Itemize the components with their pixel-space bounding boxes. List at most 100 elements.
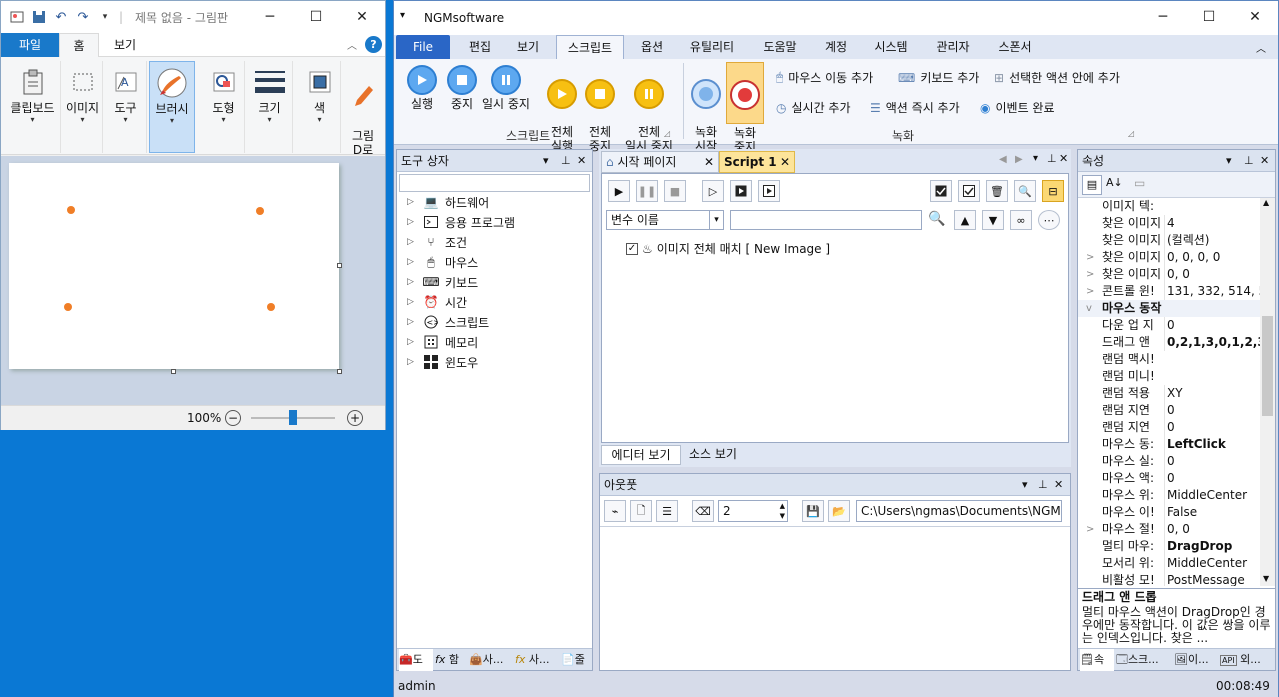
run-icon[interactable]: ▶ (608, 180, 630, 202)
pin-icon[interactable]: ⊥ (561, 150, 571, 172)
toolbox-search-input[interactable] (399, 174, 590, 192)
tab-lines[interactable]: 📄줄 (561, 649, 591, 671)
tab-user-1[interactable]: 👜사... (469, 649, 511, 671)
step-over-icon[interactable] (758, 180, 780, 202)
menu-sponsor[interactable]: 스폰서 (990, 35, 1040, 59)
expand-icon[interactable]: > (1086, 266, 1094, 283)
maximize-icon[interactable]: ☐ (293, 1, 339, 33)
record-start-button[interactable]: 녹화 시작 (686, 65, 726, 153)
check-icon[interactable] (958, 180, 980, 202)
folder-icon[interactable]: 📂 (828, 500, 850, 522)
node-checkbox[interactable]: ✓ (626, 242, 638, 255)
property-row[interactable]: 마우스 액: 0 (1078, 470, 1260, 487)
close-icon[interactable]: ✕ (704, 152, 714, 172)
categorized-icon[interactable]: ▤ (1082, 175, 1102, 195)
close-icon[interactable]: ✕ (339, 1, 385, 33)
close-icon[interactable]: ✕ (780, 152, 790, 172)
resize-handle[interactable] (337, 263, 342, 268)
property-row[interactable]: > 찾은 이미지 0, 0, 0, 0 (1078, 249, 1260, 266)
dropdown-icon[interactable]: ▾ (1033, 153, 1038, 164)
property-value[interactable]: 0 (1164, 402, 1260, 419)
collapse-ribbon-icon[interactable]: ︿ (1256, 40, 1266, 55)
expand-icon[interactable]: > (1086, 521, 1094, 538)
add-realtime-button[interactable]: ◷ 실시간 추가 (776, 99, 851, 116)
colors-button[interactable]: 색 ▾ (299, 61, 341, 153)
property-row[interactable]: 랜덤 지연 0 (1078, 402, 1260, 419)
move-down-icon[interactable]: ▼ (982, 210, 1004, 230)
close-icon[interactable]: ✕ (1232, 1, 1278, 33)
property-value[interactable]: 0,2,1,3,0,1,2,3, (1164, 334, 1260, 351)
tree-item-time[interactable]: ▷ ⏰ 시간 (407, 292, 467, 312)
property-row[interactable]: 랜덤 적용 XY (1078, 385, 1260, 402)
property-value[interactable]: 4 (1164, 215, 1260, 232)
eraser-icon[interactable]: ⌫ (692, 500, 714, 522)
property-row[interactable]: 찾은 이미지 (컬렉션) (1078, 232, 1260, 249)
close-icon[interactable]: ✕ (577, 150, 586, 172)
tree-view-icon[interactable]: ⊟ (1042, 180, 1064, 202)
tree-item-memory[interactable]: ▷ 메모리 (407, 332, 478, 352)
property-row[interactable]: > 찾은 이미지 0, 0 (1078, 266, 1260, 283)
property-value[interactable]: MiddleCenter (1164, 487, 1260, 504)
system-menu-icon[interactable]: ▾ (400, 10, 405, 21)
property-pages-icon[interactable]: ▭ (1134, 176, 1145, 190)
property-row[interactable]: 비활성 모! PostMessage (1078, 572, 1260, 586)
zoom-in-icon[interactable]: + (347, 410, 363, 426)
property-value[interactable]: 0 (1164, 470, 1260, 487)
pin-icon[interactable]: ⊥ (1038, 474, 1048, 496)
dropdown-icon[interactable]: ▾ (1022, 474, 1028, 496)
minimize-icon[interactable]: ─ (1140, 1, 1186, 33)
tab-file[interactable]: 파일 (1, 33, 59, 57)
delete-icon[interactable]: 🗑 (986, 180, 1008, 202)
menu-edit[interactable]: 편집 (456, 35, 504, 59)
add-immediate-button[interactable]: ☰ 액션 즉시 추가 (870, 99, 960, 116)
tree-item-keyboard[interactable]: ▷ ⌨ 키보드 (407, 272, 478, 292)
tree-item-condition[interactable]: ▷ ⑂ 조건 (407, 232, 467, 252)
event-complete-button[interactable]: ◉ 이벤트 완료 (980, 99, 1055, 116)
property-value[interactable]: 0, 0, 0, 0 (1164, 249, 1260, 266)
move-up-icon[interactable]: ▲ (954, 210, 976, 230)
pin-icon[interactable]: ⊥ (1244, 150, 1254, 172)
redo-icon[interactable]: ↷ (75, 9, 91, 25)
help-icon[interactable]: ? (365, 36, 382, 53)
paint3d-button[interactable]: 그림 D로 (343, 61, 383, 157)
step-into-icon[interactable] (730, 180, 752, 202)
close-icon[interactable]: ✕ (1260, 150, 1269, 172)
add-in-selected-button[interactable]: ⊞ 선택한 액션 안에 추가 (994, 69, 1120, 86)
group-launcher-icon[interactable]: ◿ (1128, 129, 1134, 138)
add-keyboard-button[interactable]: ⌨ 키보드 추가 (898, 69, 979, 86)
menu-view[interactable]: 보기 (506, 35, 550, 59)
undo-icon[interactable]: ↶ (53, 9, 69, 25)
check-all-icon[interactable] (930, 180, 952, 202)
tab-images[interactable]: 🖼이... (1174, 649, 1218, 671)
tab-external[interactable]: API 외... (1220, 649, 1274, 671)
tab-user-2[interactable]: fx 사... (515, 649, 557, 671)
pin-icon[interactable]: ⊥ (1047, 152, 1057, 165)
property-row[interactable]: > 콘트롤 윈! 131, 332, 514, 581 (1078, 283, 1260, 300)
property-value[interactable]: DragDrop (1164, 538, 1260, 555)
minimize-icon[interactable]: ─ (247, 1, 293, 33)
clear-filter-icon[interactable]: ⌁ (604, 500, 626, 522)
qat-customize-icon[interactable]: ▾ (97, 9, 113, 25)
collapse-ribbon-icon[interactable]: ︿ (347, 37, 357, 52)
image-button[interactable]: 이미지 ▾ (63, 61, 103, 153)
property-row[interactable]: v 마우스 동작 (1078, 300, 1260, 317)
property-value[interactable]: False (1164, 504, 1260, 521)
tab-toolbox[interactable]: 🧰도 (399, 649, 433, 671)
property-row[interactable]: > 마우스 절! 0, 0 (1078, 521, 1260, 538)
tree-item-mouse[interactable]: ▷ 🖱 마우스 (407, 252, 478, 272)
loop-icon[interactable]: ∞ (1010, 210, 1032, 230)
expand-icon[interactable]: > (1086, 283, 1094, 300)
menu-system[interactable]: 시스템 (866, 35, 916, 59)
variable-select[interactable]: 변수 이름 ▾ (606, 210, 724, 230)
tools-button[interactable]: A 도구 ▾ (105, 61, 147, 153)
property-row[interactable]: 다운 업 지 0 (1078, 317, 1260, 334)
expand-icon[interactable]: v (1086, 300, 1092, 317)
clipboard-button[interactable]: 클립보드 ▾ (5, 61, 61, 153)
variable-search-input[interactable] (730, 210, 922, 230)
pause-button[interactable]: 일시 중지 (478, 65, 534, 111)
scroll-up-icon[interactable]: ▲ (1263, 198, 1269, 207)
menu-account[interactable]: 계정 (814, 35, 858, 59)
property-row[interactable]: 마우스 위: MiddleCenter (1078, 487, 1260, 504)
search-icon[interactable]: 🔍 (1014, 180, 1036, 202)
property-value[interactable]: MiddleCenter (1164, 555, 1260, 572)
